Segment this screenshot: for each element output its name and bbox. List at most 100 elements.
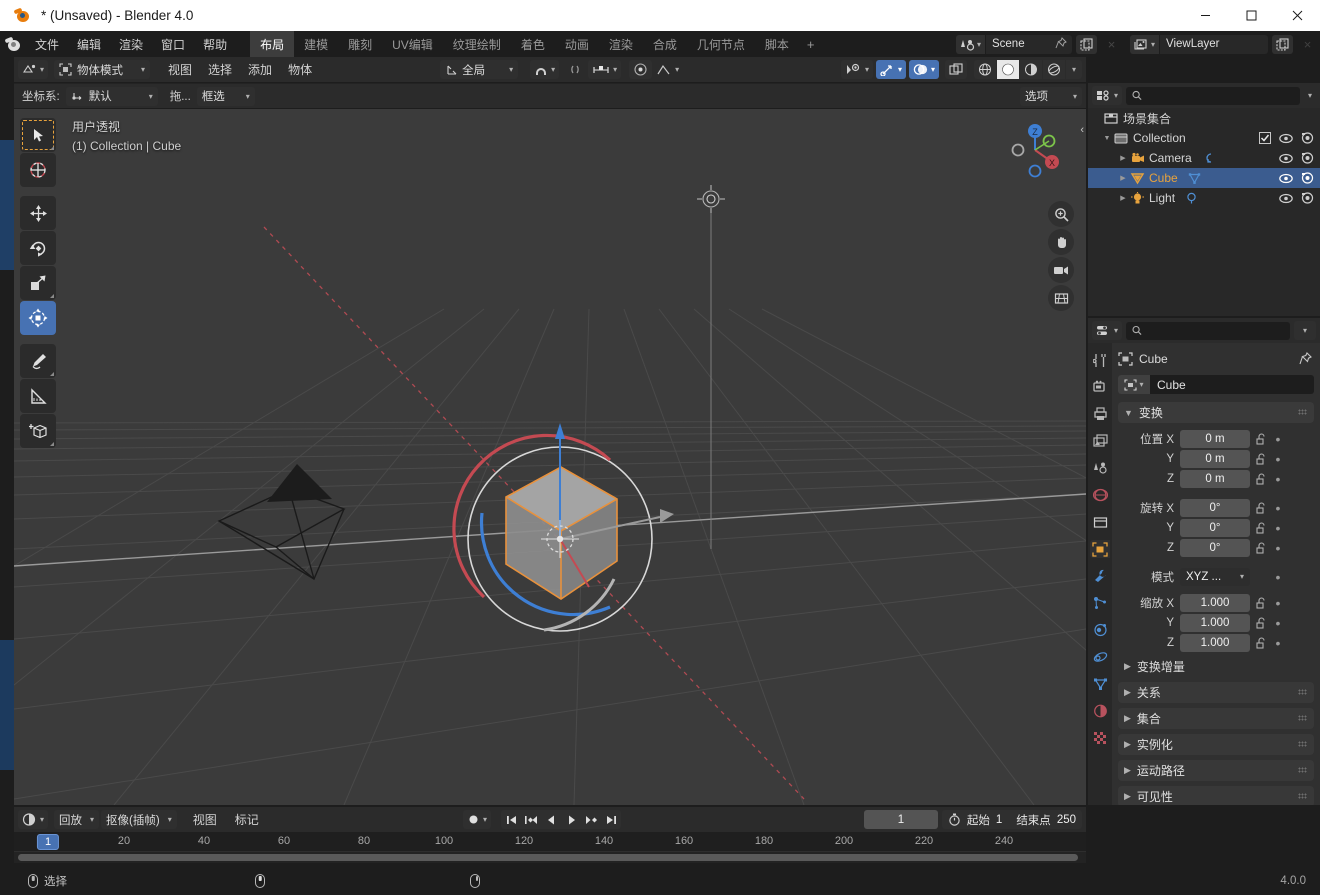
scene-icon[interactable]: ▾ xyxy=(955,34,986,54)
maximize-button[interactable] xyxy=(1228,0,1274,31)
location-z-animate-dot[interactable]: • xyxy=(1272,472,1284,486)
camera-render-icon[interactable] xyxy=(1301,192,1314,204)
falloff-curve-icon[interactable]: ▾ xyxy=(652,60,683,79)
location-z-field[interactable]: 0 m xyxy=(1180,469,1250,488)
location-x-field[interactable]: 0 m xyxy=(1180,429,1250,448)
play-icon[interactable] xyxy=(561,810,582,829)
outliner-search-input[interactable] xyxy=(1126,86,1300,105)
outliner-search-field[interactable] xyxy=(1146,89,1294,102)
outliner-row-camera[interactable]: ▶ Camera xyxy=(1088,148,1320,168)
workspace-tab-compositing[interactable]: 合成 xyxy=(643,31,687,57)
location-y-lock-icon[interactable] xyxy=(1250,452,1272,465)
outliner-row-scene-collection[interactable]: 场景集合 xyxy=(1088,108,1320,128)
world-tab[interactable] xyxy=(1090,486,1110,504)
workspace-tab-layout[interactable]: 布局 xyxy=(250,31,295,57)
menu-help[interactable]: 帮助 xyxy=(194,33,236,56)
menu-render[interactable]: 渲染 xyxy=(110,33,152,56)
viewlayer-icon[interactable]: ▾ xyxy=(1129,34,1160,54)
timeline-ruler[interactable]: 1 20 40 60 80 100 120 140 160 180 200 22… xyxy=(14,832,1086,863)
workspace-tab-modeling[interactable]: 建模 xyxy=(294,31,338,57)
camera-render-icon[interactable] xyxy=(1301,172,1314,184)
rotation-z-field[interactable]: 0° xyxy=(1180,538,1250,557)
cursor-tool[interactable] xyxy=(20,153,56,187)
overlays-toggle-icon[interactable]: ▾ xyxy=(908,60,939,79)
gizmo-toggle-icon[interactable]: ▾ xyxy=(875,60,906,79)
tool-tab[interactable] xyxy=(1090,351,1110,369)
transform-tool[interactable] xyxy=(20,301,56,335)
timeline-menu-view[interactable]: 视图 xyxy=(185,809,225,830)
scale-z-animate-dot[interactable]: • xyxy=(1272,636,1284,650)
scale-x-field[interactable]: 1.000 xyxy=(1180,593,1250,612)
scale-x-animate-dot[interactable]: • xyxy=(1272,596,1284,610)
viewport-menu-add[interactable]: 添加 xyxy=(240,59,280,80)
collection-checkbox[interactable] xyxy=(1259,132,1271,144)
viewport-menu-view[interactable]: 视图 xyxy=(160,59,200,80)
properties-filter-icon[interactable]: ▾ xyxy=(1294,321,1316,340)
auto-keyframe-icon[interactable]: ▾ xyxy=(463,810,492,829)
scene-name-field[interactable]: Scene xyxy=(985,34,1072,54)
eye-icon[interactable] xyxy=(1279,173,1293,184)
viewlayer-tab[interactable] xyxy=(1090,432,1110,450)
output-tab[interactable] xyxy=(1090,405,1110,423)
proportional-size-icon[interactable]: ▾ xyxy=(588,60,622,79)
jump-prev-keyframe-icon[interactable] xyxy=(521,810,542,829)
scene-selector[interactable]: ▾ Scene xyxy=(955,34,1072,54)
scale-z-field[interactable]: 1.000 xyxy=(1180,633,1250,652)
viewport-menu-object[interactable]: 物体 xyxy=(280,59,320,80)
rotation-mode-animate-dot[interactable]: • xyxy=(1272,570,1284,584)
rotation-z-animate-dot[interactable]: • xyxy=(1272,541,1284,555)
scale-x-lock-icon[interactable] xyxy=(1250,596,1272,609)
timeline-editor-icon[interactable]: ▾ xyxy=(18,810,49,829)
outliner-row-cube[interactable]: ▶ Cube xyxy=(1088,168,1320,188)
camera-render-icon[interactable] xyxy=(1301,152,1314,164)
eye-icon[interactable] xyxy=(1279,193,1293,204)
shading-dropdown-button[interactable]: ▾ xyxy=(1066,60,1082,79)
pan-hand-icon[interactable] xyxy=(1048,229,1074,255)
data-tab[interactable] xyxy=(1090,675,1110,693)
mesh-data-icon[interactable] xyxy=(1188,172,1201,185)
proportional-edit-icon[interactable] xyxy=(565,60,588,79)
texture-tab[interactable] xyxy=(1090,729,1110,747)
expand-triangle-icon[interactable]: ▶ xyxy=(1118,174,1128,182)
render-tab[interactable] xyxy=(1090,378,1110,396)
proportional-falloff-toggle-icon[interactable] xyxy=(629,60,653,79)
snap-magnet-icon[interactable]: ▾ xyxy=(530,60,560,79)
viewport-menu-select[interactable]: 选择 xyxy=(200,59,240,80)
play-reverse-icon[interactable] xyxy=(541,810,562,829)
editor-type-3dview-icon[interactable]: ▾ xyxy=(18,60,49,79)
rotation-y-field[interactable]: 0° xyxy=(1180,518,1250,537)
pin-icon[interactable] xyxy=(1299,352,1312,366)
annotate-tool[interactable] xyxy=(20,344,56,378)
menu-window[interactable]: 窗口 xyxy=(152,33,194,56)
camera-object-data-icon[interactable] xyxy=(1202,152,1215,165)
workspace-tab-shading[interactable]: 着色 xyxy=(511,31,555,57)
blender-menu-icon[interactable] xyxy=(0,36,26,53)
playback-dropdown[interactable]: 回放 ▾ xyxy=(54,810,100,829)
camera-view-icon[interactable] xyxy=(1048,257,1074,283)
object-types-visibility-icon[interactable]: ▾ xyxy=(840,60,873,79)
move-tool[interactable] xyxy=(20,196,56,230)
viewlayer-selector[interactable]: ▾ ViewLayer xyxy=(1129,34,1268,54)
location-y-animate-dot[interactable]: • xyxy=(1272,452,1284,466)
scale-tool[interactable] xyxy=(20,266,56,300)
rotation-y-lock-icon[interactable] xyxy=(1250,521,1272,534)
scale-z-lock-icon[interactable] xyxy=(1250,636,1272,649)
location-z-lock-icon[interactable] xyxy=(1250,472,1272,485)
location-x-animate-dot[interactable]: • xyxy=(1272,432,1284,446)
ortho-persp-toggle-icon[interactable] xyxy=(1048,285,1074,311)
jump-to-end-icon[interactable] xyxy=(601,810,622,829)
options-dropdown[interactable]: 选项 ▾ xyxy=(1020,86,1082,106)
add-workspace-button[interactable]: + xyxy=(799,34,823,55)
new-viewlayer-button[interactable] xyxy=(1272,34,1293,54)
workspace-tab-uvediting[interactable]: UV编辑 xyxy=(382,31,443,57)
properties-editor-icon[interactable]: ▾ xyxy=(1092,321,1123,340)
scale-y-animate-dot[interactable]: • xyxy=(1272,616,1284,630)
timeline-scrollbar-thumb[interactable] xyxy=(18,854,1078,861)
pin-icon[interactable] xyxy=(1055,36,1067,50)
sidebar-collapse-arrow-icon[interactable]: ‹ xyxy=(1080,124,1084,136)
expand-triangle-icon[interactable]: ▶ xyxy=(1118,154,1128,162)
rotation-x-field[interactable]: 0° xyxy=(1180,498,1250,517)
outliner-row-light[interactable]: ▶ Light xyxy=(1088,188,1320,208)
material-tab[interactable] xyxy=(1090,702,1110,720)
current-frame-field[interactable]: 1 xyxy=(863,810,938,829)
